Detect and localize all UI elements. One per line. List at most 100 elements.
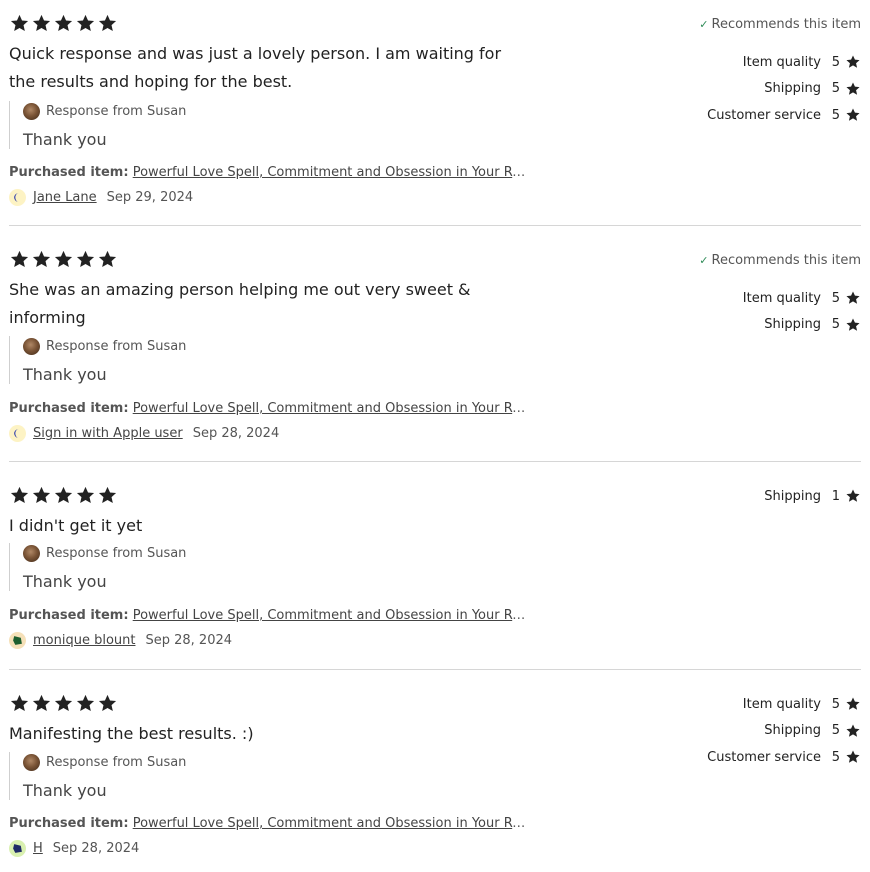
check-icon: ✓ [699, 254, 709, 267]
purchased-item-link[interactable]: Powerful Love Spell, Commitment and Obse… [133, 816, 529, 831]
review-date: Sep 28, 2024 [145, 633, 233, 648]
sub-rating-value: 5 [831, 723, 840, 739]
sub-rating-label: Item quality [742, 696, 821, 712]
seller-avatar [23, 753, 40, 771]
sub-rating-label: Shipping [764, 81, 821, 97]
response-label: Response from Susan [46, 754, 187, 770]
reviewer-name-link[interactable]: Jane Lane [33, 190, 97, 205]
purchased-item-link[interactable]: Powerful Love Spell, Commitment and Obse… [133, 401, 529, 416]
star-icon [845, 488, 861, 504]
star-icon [31, 485, 52, 506]
sub-rating-row: Shipping 5 [764, 76, 861, 103]
response-text: Thank you [23, 130, 107, 149]
sub-rating-label: Shipping [764, 488, 821, 504]
seller-avatar [23, 337, 40, 355]
review-card: Item quality 5 Shipping 5 Customer servi… [9, 670, 861, 872]
star-icon [9, 13, 30, 34]
sub-rating-row: Shipping 1 [764, 483, 861, 510]
review-text: She was an amazing person helping me out… [9, 280, 471, 327]
star-icon [9, 249, 30, 270]
star-icon [53, 249, 74, 270]
review-text: I didn't get it yet [9, 516, 143, 535]
purchased-item: Purchased item: Powerful Love Spell, Com… [9, 401, 529, 416]
review-meta: Jane Lane Sep 29, 2024 [9, 189, 193, 206]
sub-rating-value: 5 [831, 290, 840, 306]
star-icon [53, 693, 74, 714]
sub-ratings: Shipping 1 [764, 483, 861, 510]
crescent-icon [9, 189, 26, 206]
response-label: Response from Susan [46, 338, 187, 354]
sub-rating-label: Item quality [742, 290, 821, 306]
sub-rating-label: Shipping [764, 317, 821, 333]
star-icon [31, 249, 52, 270]
sub-rating-value: 5 [831, 107, 840, 123]
purchased-label: Purchased item: [9, 816, 129, 831]
star-icon [97, 249, 118, 270]
sub-rating-row: Customer service 5 [707, 744, 861, 771]
review-card: Shipping 1 I didn't get it yet Response … [9, 462, 861, 670]
reviewer-name-link[interactable]: monique blount [33, 633, 135, 648]
star-icon [845, 317, 861, 333]
star-icon [845, 107, 861, 123]
star-icon [845, 290, 861, 306]
star-icon [75, 485, 96, 506]
purchased-label: Purchased item: [9, 401, 129, 416]
recommends-badge: ✓ Recommends this item [699, 17, 861, 32]
review-date: Sep 28, 2024 [192, 426, 280, 441]
sub-rating-row: Shipping 5 [764, 718, 861, 745]
purchased-label: Purchased item: [9, 608, 129, 623]
sub-rating-value: 5 [831, 696, 840, 712]
seller-response: Response from Susan Thank you [9, 336, 543, 384]
sub-rating-label: Customer service [707, 749, 821, 765]
star-icon [75, 13, 96, 34]
seller-avatar [23, 544, 40, 562]
star-icon [9, 485, 30, 506]
response-header: Response from Susan [23, 336, 543, 356]
star-icon [845, 723, 861, 739]
purchased-item-link[interactable]: Powerful Love Spell, Commitment and Obse… [133, 608, 529, 623]
reviewer-name-link[interactable]: H [33, 841, 43, 856]
pentagon-icon [9, 632, 26, 649]
response-text: Thank you [23, 781, 107, 800]
star-icon [31, 13, 52, 34]
star-icon [9, 693, 30, 714]
sub-rating-row: Customer service 5 [707, 102, 861, 129]
sub-rating-value: 5 [831, 81, 840, 97]
reviewer-name-link[interactable]: Sign in with Apple user [33, 426, 183, 441]
star-icon [53, 485, 74, 506]
star-icon [31, 693, 52, 714]
sub-rating-row: Item quality 5 [743, 49, 861, 76]
check-icon: ✓ [699, 18, 709, 31]
recommends-label: Recommends this item [711, 17, 862, 32]
purchased-item-link[interactable]: Powerful Love Spell, Commitment and Obse… [133, 165, 529, 180]
crescent-icon [9, 425, 26, 442]
sub-rating-label: Customer service [707, 107, 821, 123]
purchased-label: Purchased item: [9, 165, 129, 180]
sub-rating-value: 5 [831, 749, 840, 765]
sub-rating-value: 1 [831, 488, 840, 504]
sub-rating-label: Shipping [764, 723, 821, 739]
purchased-item: Purchased item: Powerful Love Spell, Com… [9, 165, 529, 180]
response-label: Response from Susan [46, 545, 187, 561]
star-rating [9, 485, 118, 506]
sub-rating-row: Shipping 5 [764, 312, 861, 339]
recommends-label: Recommends this item [711, 253, 862, 268]
review-card: ✓ Recommends this item Item quality 5 Sh… [9, 0, 861, 226]
response-header: Response from Susan [23, 101, 543, 121]
review-meta: Sign in with Apple user Sep 28, 2024 [9, 425, 279, 442]
seller-response: Response from Susan Thank you [9, 101, 543, 149]
review-text: Manifesting the best results. :) [9, 724, 254, 743]
response-text: Thank you [23, 365, 107, 384]
response-header: Response from Susan [23, 752, 543, 772]
star-icon [75, 249, 96, 270]
recommends-badge: ✓ Recommends this item [699, 253, 861, 268]
star-icon [845, 696, 861, 712]
star-icon [97, 693, 118, 714]
star-icon [75, 693, 96, 714]
sub-ratings: Item quality 5 Shipping 5 [743, 285, 861, 338]
review-date: Sep 29, 2024 [106, 190, 194, 205]
response-label: Response from Susan [46, 103, 187, 119]
review-text: Quick response and was just a lovely per… [9, 44, 502, 91]
pentagon-icon [9, 840, 26, 857]
sub-rating-label: Item quality [742, 54, 821, 70]
